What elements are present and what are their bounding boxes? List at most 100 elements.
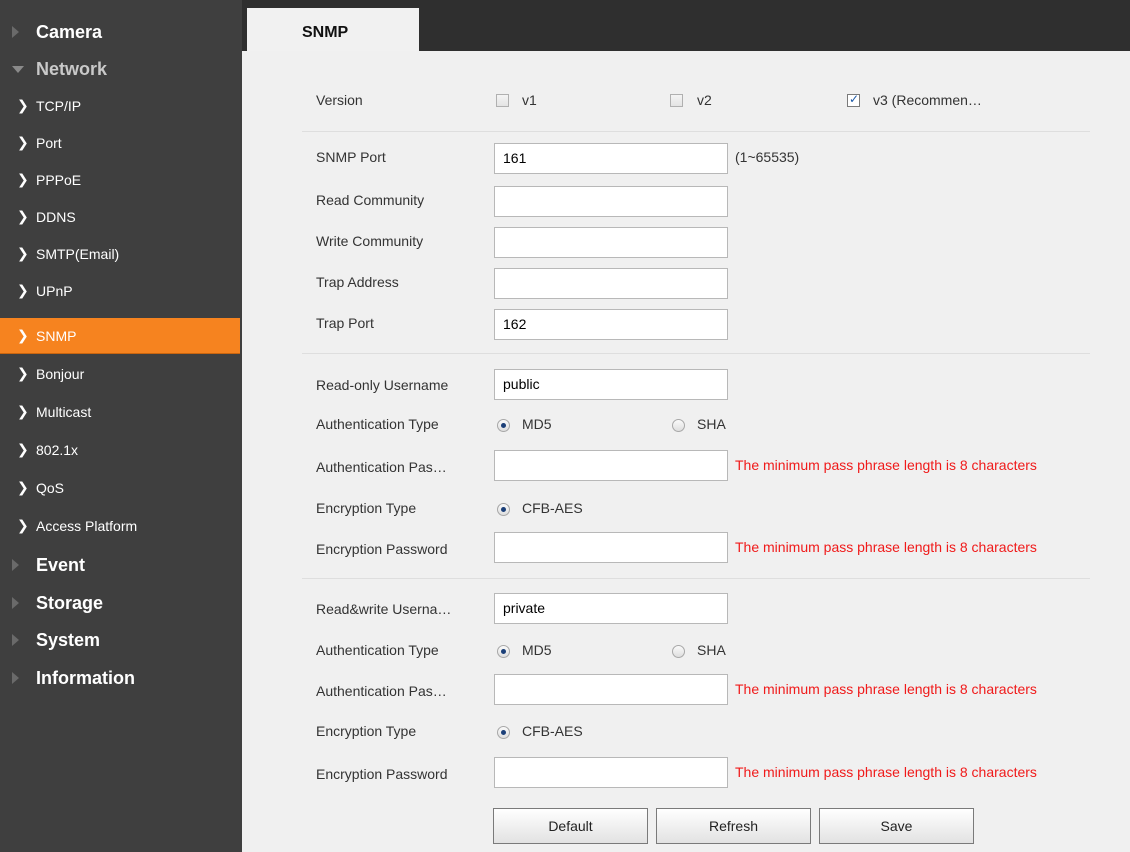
trap-port-label: Trap Port — [316, 315, 374, 331]
sidebar-item-label: System — [36, 629, 101, 650]
chevron-right-icon: ❯ — [17, 480, 29, 496]
readwrite-auth-password-label: Authentication Pas… — [316, 683, 447, 699]
sidebar-item-label: Camera — [36, 21, 103, 42]
v2-label: v2 — [697, 92, 712, 108]
readonly-auth-type-label: Authentication Type — [316, 416, 439, 432]
sidebar-item-ddns[interactable]: ❯ DDNS — [0, 199, 240, 235]
sidebar-item-label: Access Platform — [36, 518, 138, 534]
refresh-button[interactable]: Refresh — [656, 808, 811, 844]
sidebar-item-qos[interactable]: ❯ QoS — [0, 470, 240, 506]
sidebar-item-label: TCP/IP — [36, 98, 82, 114]
readonly-auth-password-label: Authentication Pas… — [316, 459, 447, 475]
sidebar-item-label: 802.1x — [36, 442, 79, 458]
chevron-right-icon: ❯ — [17, 98, 29, 114]
trap-address-label: Trap Address — [316, 274, 399, 290]
chevron-right-icon: ❯ — [17, 283, 29, 299]
readonly-md5-radio[interactable] — [497, 419, 510, 432]
readwrite-username-label: Read&write Userna… — [316, 601, 452, 617]
tab-snmp[interactable]: SNMP — [247, 8, 419, 51]
trap-address-input[interactable] — [494, 268, 728, 299]
sidebar-item-smtp[interactable]: ❯ SMTP(Email) — [0, 236, 240, 272]
collapsed-arrow-icon — [12, 672, 19, 684]
readonly-encryption-password-label: Encryption Password — [316, 541, 448, 557]
snmp-port-range-hint: (1~65535) — [735, 149, 800, 165]
sidebar-item-multicast[interactable]: ❯ Multicast — [0, 394, 240, 430]
divider — [302, 353, 1090, 354]
sidebar-item-8021x[interactable]: ❯ 802.1x — [0, 432, 240, 468]
sidebar-item-label: UPnP — [36, 283, 73, 299]
read-community-input[interactable] — [494, 186, 728, 217]
chevron-right-icon: ❯ — [17, 518, 29, 534]
chevron-right-icon: ❯ — [17, 442, 29, 458]
readonly-cfb-aes-radio[interactable] — [497, 503, 510, 516]
sidebar-item-camera[interactable]: Camera — [0, 14, 240, 50]
sidebar-item-label: Storage — [36, 592, 104, 613]
sidebar-item-label: Information — [36, 667, 135, 688]
chevron-right-icon: ❯ — [17, 366, 29, 382]
sidebar-item-access-platform[interactable]: ❯ Access Platform — [0, 508, 240, 544]
sidebar-item-label: Multicast — [36, 404, 92, 420]
sidebar-item-label: Event — [36, 554, 86, 575]
v1-checkbox[interactable] — [496, 94, 509, 107]
sidebar-item-system[interactable]: System — [0, 622, 240, 658]
v3-checkbox[interactable] — [847, 92, 860, 107]
divider — [302, 578, 1090, 579]
readwrite-sha-label: SHA — [697, 642, 726, 658]
sidebar-item-upnp[interactable]: ❯ UPnP — [0, 273, 240, 309]
snmp-port-input[interactable]: 161 — [494, 143, 728, 174]
default-button[interactable]: Default — [493, 808, 648, 844]
sidebar-item-bonjour[interactable]: ❯ Bonjour — [0, 356, 240, 392]
readonly-sha-label: SHA — [697, 416, 726, 432]
snmp-settings-panel: Version v1 v2 v3 (Recommen… SNMP Port 16… — [242, 51, 1130, 852]
sidebar: Camera Network ❯ TCP/IP ❯ Port ❯ PPPoE ❯… — [0, 0, 242, 852]
sidebar-item-pppoe[interactable]: ❯ PPPoE — [0, 162, 240, 198]
readwrite-cfb-aes-label: CFB-AES — [522, 723, 583, 739]
v1-label: v1 — [522, 92, 537, 108]
save-button[interactable]: Save — [819, 808, 974, 844]
readonly-md5-label: MD5 — [522, 416, 552, 432]
sidebar-item-storage[interactable]: Storage — [0, 585, 240, 621]
sidebar-item-information[interactable]: Information — [0, 660, 240, 696]
sidebar-item-snmp[interactable]: ❯ SNMP — [0, 318, 240, 354]
write-community-input[interactable] — [494, 227, 728, 258]
chevron-right-icon: ❯ — [17, 246, 29, 262]
readonly-cfb-aes-label: CFB-AES — [522, 500, 583, 516]
readwrite-auth-type-label: Authentication Type — [316, 642, 439, 658]
readwrite-encryption-type-label: Encryption Type — [316, 723, 417, 739]
sidebar-item-label: Port — [36, 135, 62, 151]
expanded-arrow-icon — [12, 66, 24, 73]
readwrite-cfb-aes-radio[interactable] — [497, 726, 510, 739]
sidebar-item-label: Network — [36, 58, 108, 79]
readwrite-auth-password-input[interactable] — [494, 674, 728, 705]
sidebar-item-label: SNMP — [36, 327, 77, 344]
readwrite-username-input[interactable]: private — [494, 593, 728, 624]
top-bar: SNMP — [242, 0, 1130, 51]
sidebar-item-event[interactable]: Event — [0, 547, 240, 583]
v3-label: v3 (Recommen… — [873, 92, 982, 108]
chevron-right-icon: ❯ — [17, 209, 29, 225]
sidebar-item-label: DDNS — [36, 209, 76, 225]
sidebar-item-network[interactable]: Network — [0, 51, 240, 87]
sidebar-item-label: PPPoE — [36, 172, 82, 188]
sidebar-item-label: SMTP(Email) — [36, 246, 120, 262]
readonly-encryption-password-input[interactable] — [494, 532, 728, 563]
readonly-username-input[interactable]: public — [494, 369, 728, 400]
readwrite-encryption-password-input[interactable] — [494, 757, 728, 788]
sidebar-item-tcpip[interactable]: ❯ TCP/IP — [0, 88, 240, 124]
readwrite-sha-radio[interactable] — [672, 645, 685, 658]
chevron-right-icon: ❯ — [17, 135, 29, 151]
readonly-auth-password-input[interactable] — [494, 450, 728, 481]
readwrite-md5-label: MD5 — [522, 642, 552, 658]
readwrite-md5-radio[interactable] — [497, 645, 510, 658]
chevron-right-icon: ❯ — [17, 172, 29, 188]
v2-checkbox[interactable] — [670, 94, 683, 107]
chevron-right-icon: ❯ — [17, 404, 29, 420]
write-community-label: Write Community — [316, 233, 424, 249]
readonly-username-label: Read-only Username — [316, 377, 449, 393]
trap-port-input[interactable]: 162 — [494, 309, 728, 340]
sidebar-item-port[interactable]: ❯ Port — [0, 125, 240, 161]
collapsed-arrow-icon — [12, 559, 19, 571]
readonly-sha-radio[interactable] — [672, 419, 685, 432]
readwrite-encryption-password-label: Encryption Password — [316, 766, 448, 782]
chevron-right-icon: ❯ — [17, 327, 29, 344]
